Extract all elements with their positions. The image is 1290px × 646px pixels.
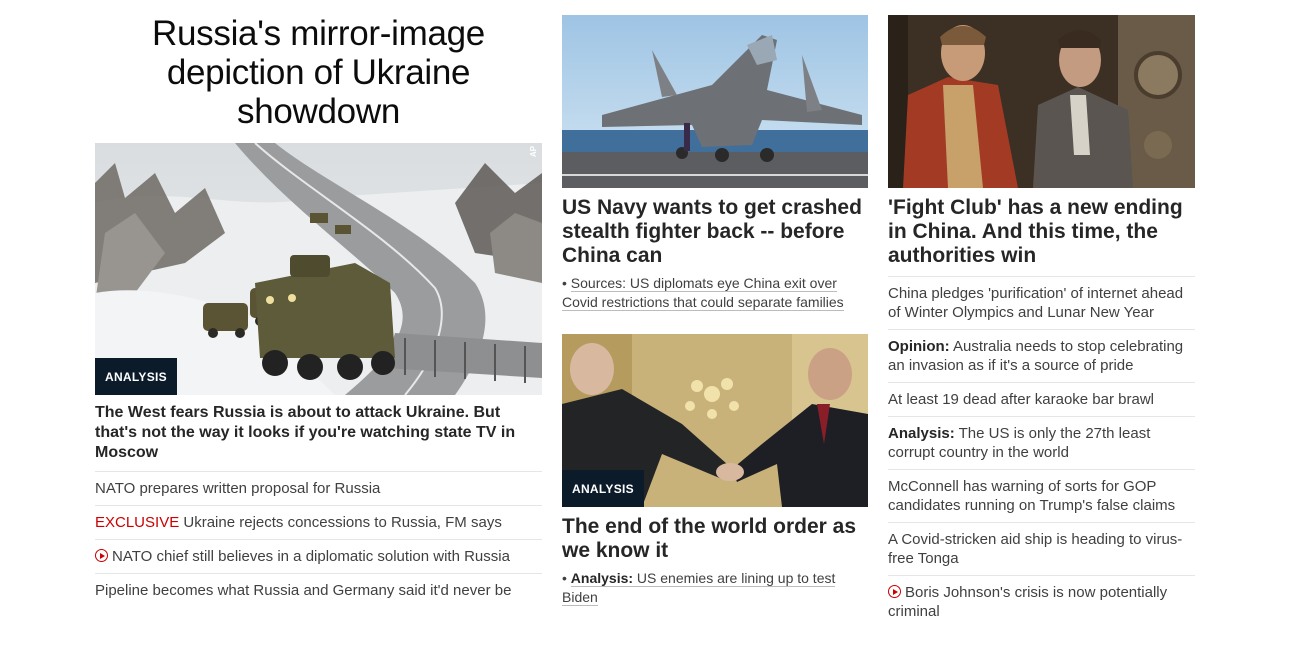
lead-image-link[interactable]: AP ANALYSIS (95, 143, 542, 395)
list-item[interactable]: McConnell has warning of sorts for GOP c… (888, 470, 1195, 523)
list-item-text[interactable]: Boris Johnson's crisis is now potentiall… (888, 584, 1167, 620)
list-item[interactable]: NATO chief still believes in a diplomati… (95, 540, 542, 574)
list-item[interactable]: At least 19 dead after karaoke bar brawl (888, 383, 1195, 417)
list-item[interactable]: Opinion: Australia needs to stop celebra… (888, 330, 1195, 383)
list-item-text[interactable]: A Covid-stricken aid ship is heading to … (888, 531, 1182, 567)
world-order-related: • Analysis: US enemies are lining up to … (562, 569, 868, 607)
fight-club-image (888, 15, 1195, 188)
middle-column: US Navy wants to get crashed stealth fig… (562, 0, 868, 607)
list-item[interactable]: A Covid-stricken aid ship is heading to … (888, 523, 1195, 576)
analysis-badge: ANALYSIS (95, 358, 177, 395)
handshake-image-link[interactable]: ANALYSIS (562, 334, 868, 507)
related-list: NATO prepares written proposal for Russi… (95, 472, 542, 607)
list-item-text[interactable]: McConnell has warning of sorts for GOP c… (888, 478, 1175, 514)
list-item-text[interactable]: China pledges 'purification' of internet… (888, 285, 1183, 321)
jet-related: • Sources: US diplomats eye China exit o… (562, 274, 868, 312)
photo-credit: AP (528, 145, 538, 158)
list-item[interactable]: EXCLUSIVE Ukraine rejects concessions to… (95, 506, 542, 540)
list-item-text[interactable]: Pipeline becomes what Russia and Germany… (95, 582, 511, 599)
list-item[interactable]: China pledges 'purification' of internet… (888, 277, 1195, 330)
lead-headline[interactable]: The West fears Russia is about to attack… (95, 403, 542, 472)
related-list: China pledges 'purification' of internet… (888, 276, 1195, 628)
list-item-text[interactable]: Ukraine rejects concessions to Russia, F… (179, 514, 501, 531)
list-item[interactable]: Boris Johnson's crisis is now potentiall… (888, 576, 1195, 628)
bullet: • (562, 570, 571, 586)
list-item[interactable]: Analysis: The US is only the 27th least … (888, 417, 1195, 470)
analysis-badge: ANALYSIS (562, 470, 644, 507)
jet-image (562, 15, 868, 188)
play-video-icon (888, 585, 901, 598)
jet-headline[interactable]: US Navy wants to get crashed stealth fig… (562, 196, 868, 268)
list-item[interactable]: NATO prepares written proposal for Russi… (95, 472, 542, 506)
analysis-label: Analysis: (888, 425, 955, 442)
analysis-label: Analysis: (570, 570, 634, 586)
fight-club-headline[interactable]: 'Fight Club' has a new ending in China. … (888, 196, 1195, 268)
list-item[interactable]: Pipeline becomes what Russia and Germany… (95, 574, 542, 607)
jet-image-link[interactable] (562, 15, 868, 188)
world-order-headline[interactable]: The end of the world order as we know it (562, 515, 868, 563)
zone-title[interactable]: Russia's mirror-image depiction of Ukrai… (95, 14, 542, 131)
exclusive-label: EXCLUSIVE (95, 514, 180, 531)
list-item-text[interactable]: NATO prepares written proposal for Russi… (95, 480, 380, 497)
list-item-text[interactable]: NATO chief still believes in a diplomati… (112, 548, 510, 565)
opinion-label: Opinion: (888, 338, 950, 355)
bullet: • (562, 275, 571, 291)
right-column: 'Fight Club' has a new ending in China. … (888, 0, 1195, 628)
list-item-text[interactable]: At least 19 dead after karaoke bar brawl (888, 391, 1154, 408)
play-video-icon (95, 549, 108, 562)
related-link[interactable]: Sources: US diplomats eye China exit ove… (562, 275, 844, 311)
related-link[interactable]: Analysis: US enemies are lining up to te… (562, 570, 836, 606)
fight-club-image-link[interactable] (888, 15, 1195, 188)
lead-column: Russia's mirror-image depiction of Ukrai… (95, 0, 542, 607)
